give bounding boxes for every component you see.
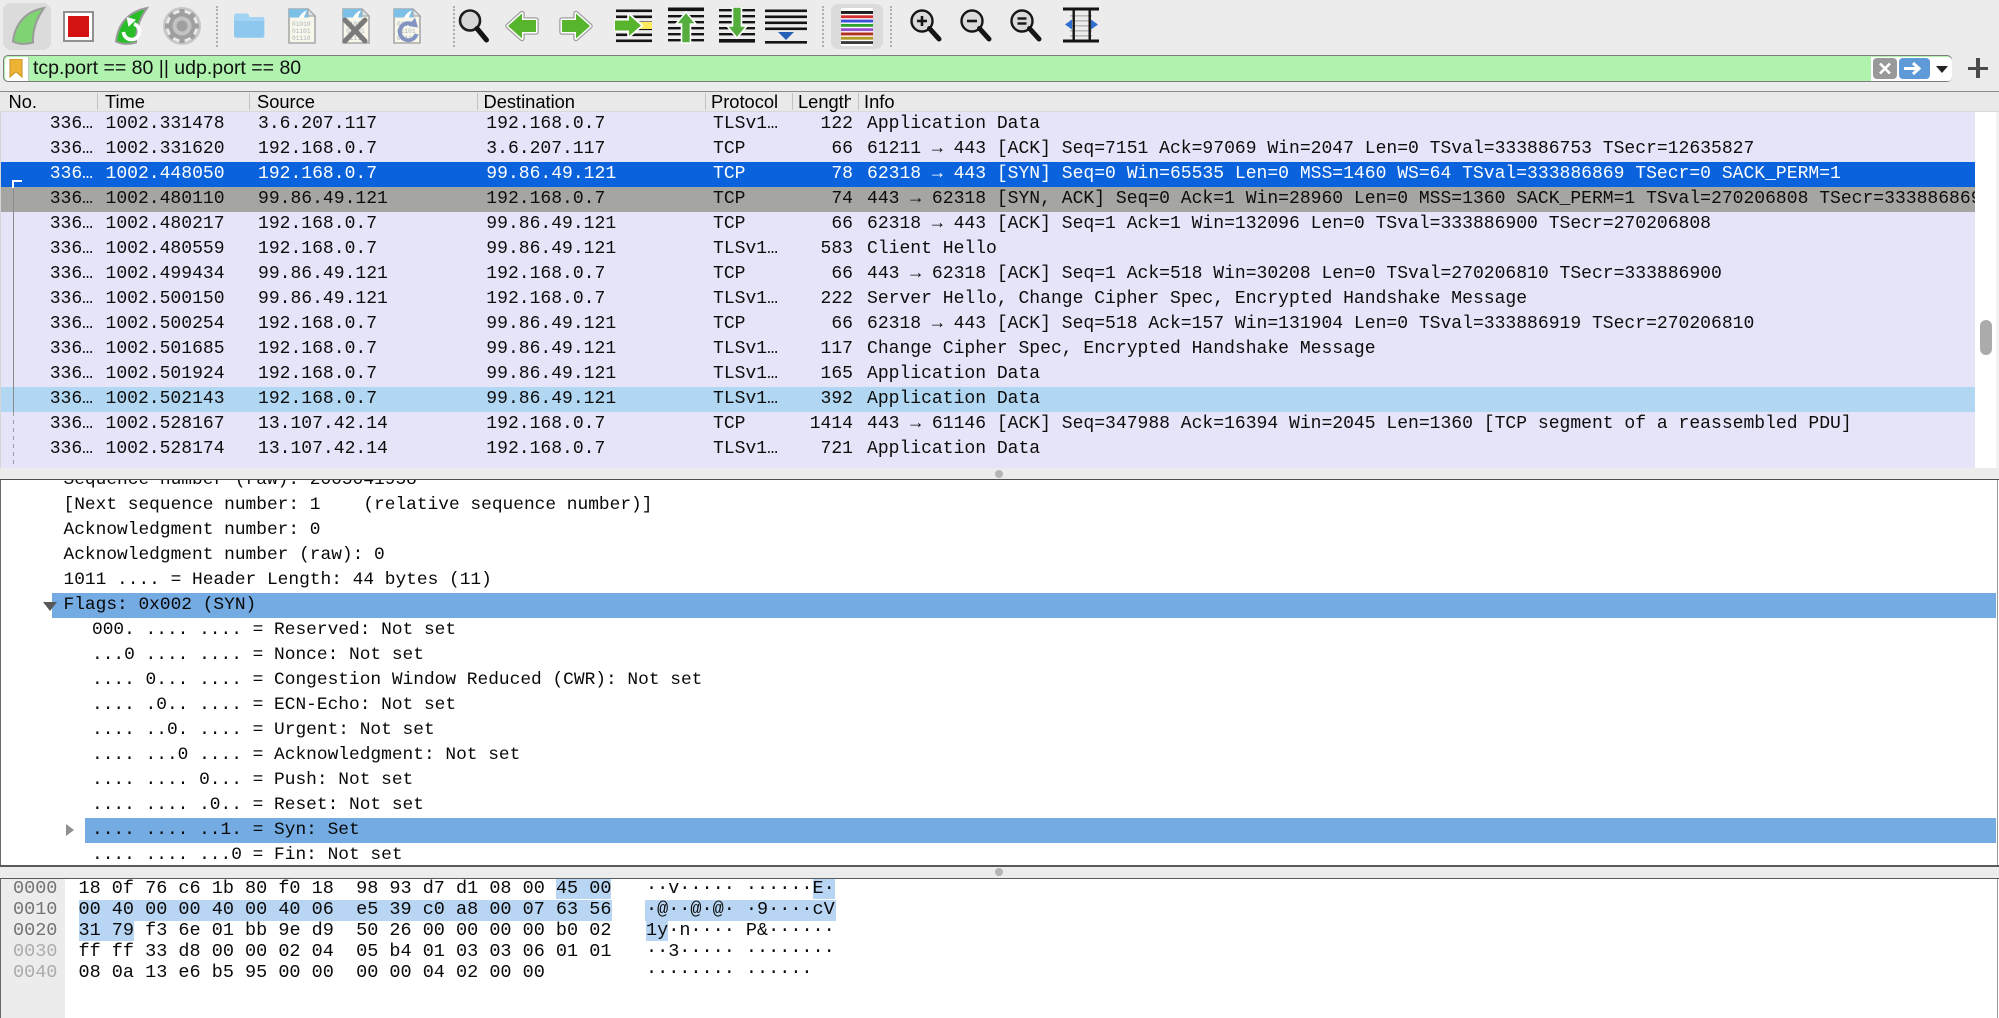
svg-text:01110: 01110 — [292, 35, 311, 42]
svg-text:01010: 01010 — [292, 21, 311, 28]
svg-text:01101: 01101 — [292, 28, 311, 35]
